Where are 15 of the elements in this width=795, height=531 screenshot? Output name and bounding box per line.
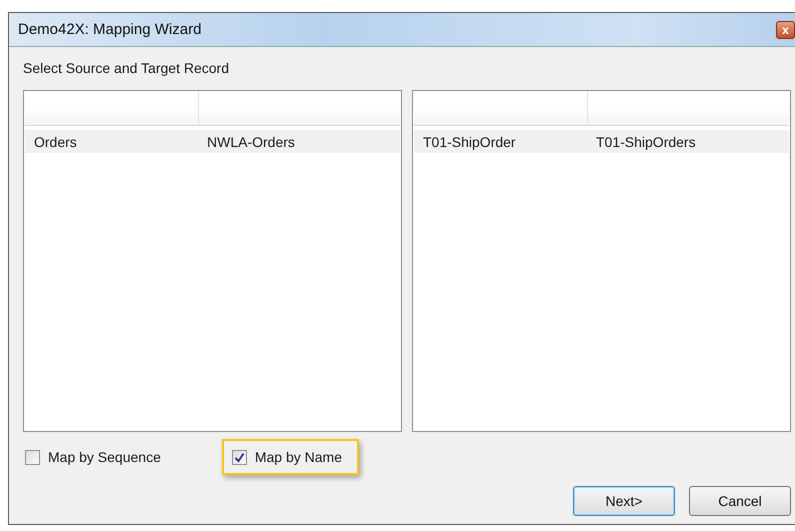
list-cell-text: Orders <box>33 134 78 150</box>
checkbox-label[interactable]: Map by Sequence <box>48 449 161 465</box>
cancel-button[interactable]: Cancel <box>689 486 791 516</box>
list-row[interactable]: T01-ShipOrder T01-ShipOrders <box>414 130 789 153</box>
checkbox-option[interactable]: Map by Sequence <box>23 439 178 475</box>
list-cell-text: T01-ShipOrder <box>422 134 517 150</box>
window-title: Demo42X: Mapping Wizard <box>18 21 202 38</box>
list-cell-text: T01-ShipOrders <box>595 134 696 150</box>
list-cell-text: NWLA-Orders <box>206 134 295 150</box>
checkbox-label[interactable]: Map by Name <box>254 449 342 465</box>
next-button[interactable]: Next> <box>573 486 675 516</box>
list-row[interactable]: Orders NWLA-Orders <box>25 130 400 153</box>
checkbox[interactable] <box>232 450 247 464</box>
instruction-text: Select Source and Target Record <box>23 60 230 76</box>
checkbox[interactable] <box>25 450 40 464</box>
